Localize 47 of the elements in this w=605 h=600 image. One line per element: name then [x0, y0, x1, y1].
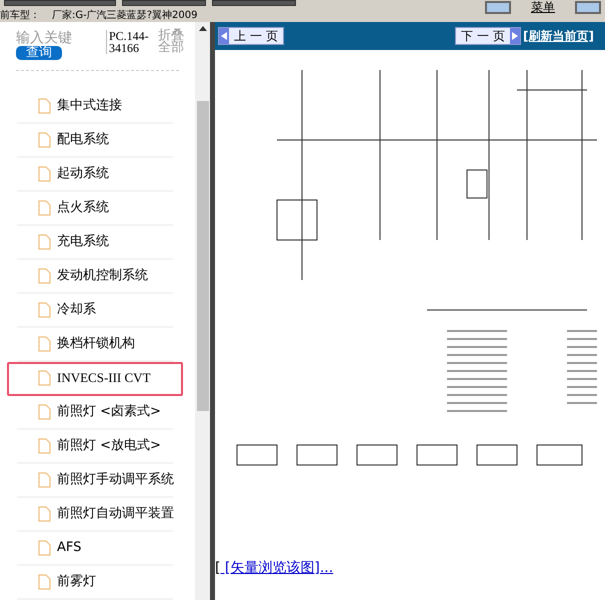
bracket-text: [ [215, 560, 220, 576]
window-icon[interactable] [485, 0, 511, 14]
document-icon [38, 234, 51, 250]
code-field: PC.144-34166 [106, 30, 154, 54]
window-icon[interactable] [575, 0, 601, 14]
document-icon [38, 472, 51, 488]
document-icon [38, 268, 51, 284]
document-icon [38, 200, 51, 216]
document-icon [38, 540, 51, 556]
toolbar-button[interactable] [122, 0, 206, 6]
tree-item[interactable]: 前照灯手动调平系统 [17, 464, 173, 498]
search-field[interactable]: 输入关键 [16, 30, 86, 46]
document-icon [38, 370, 51, 386]
tree-item[interactable]: AFS [17, 532, 173, 566]
previous-page-button[interactable]: 上 一 页 [218, 27, 284, 45]
vector-view-link[interactable]: [矢量浏览该图]... [220, 560, 334, 576]
tree-item[interactable]: 前照灯 <卤素式> [17, 396, 173, 430]
tree-item[interactable]: 点火系统 [17, 192, 173, 226]
tree-item[interactable]: 前雾灯 [17, 566, 173, 600]
scroll-up-icon[interactable] [198, 26, 206, 31]
document-icon [38, 98, 51, 114]
info-label: 前车型： [0, 10, 40, 22]
document-icon [38, 166, 51, 182]
refresh-page-link[interactable]: [刷新当前页] [523, 27, 594, 45]
menu-link[interactable]: 菜单 [531, 0, 555, 14]
tree-item[interactable]: 起动系统 [17, 158, 173, 192]
vehicle-model: 厂家:G-广汽三菱蓝瑟?翼神2009 [52, 10, 198, 22]
next-page-button[interactable]: 下 一 页 [455, 27, 522, 45]
tree-item[interactable]: 前照灯自动调平装置 [17, 498, 173, 532]
document-icon [38, 506, 51, 522]
tree-item[interactable]: 冷却系 [17, 294, 173, 328]
tree-item[interactable]: 前照灯 <放电式> [17, 430, 173, 464]
document-icon [38, 302, 51, 318]
document-icon [38, 574, 51, 590]
tree-item[interactable]: 发动机控制系统 [17, 260, 173, 294]
document-icon [38, 132, 51, 148]
tree-item[interactable]: 充电系统 [17, 226, 173, 260]
document-icon [38, 336, 51, 352]
document-icon [38, 404, 51, 420]
document-icon [38, 438, 51, 454]
tree-item[interactable]: 配电系统 [17, 124, 173, 158]
toolbar-button[interactable] [212, 0, 296, 6]
tree-item[interactable]: 换档杆锁机构 [17, 328, 173, 362]
toolbar-button[interactable] [4, 0, 116, 6]
search-button[interactable]: 查询 [16, 46, 62, 60]
tree-item[interactable]: 集中式连接 [17, 90, 173, 124]
tree-item[interactable]: INVECS-III CVT [7, 362, 183, 396]
